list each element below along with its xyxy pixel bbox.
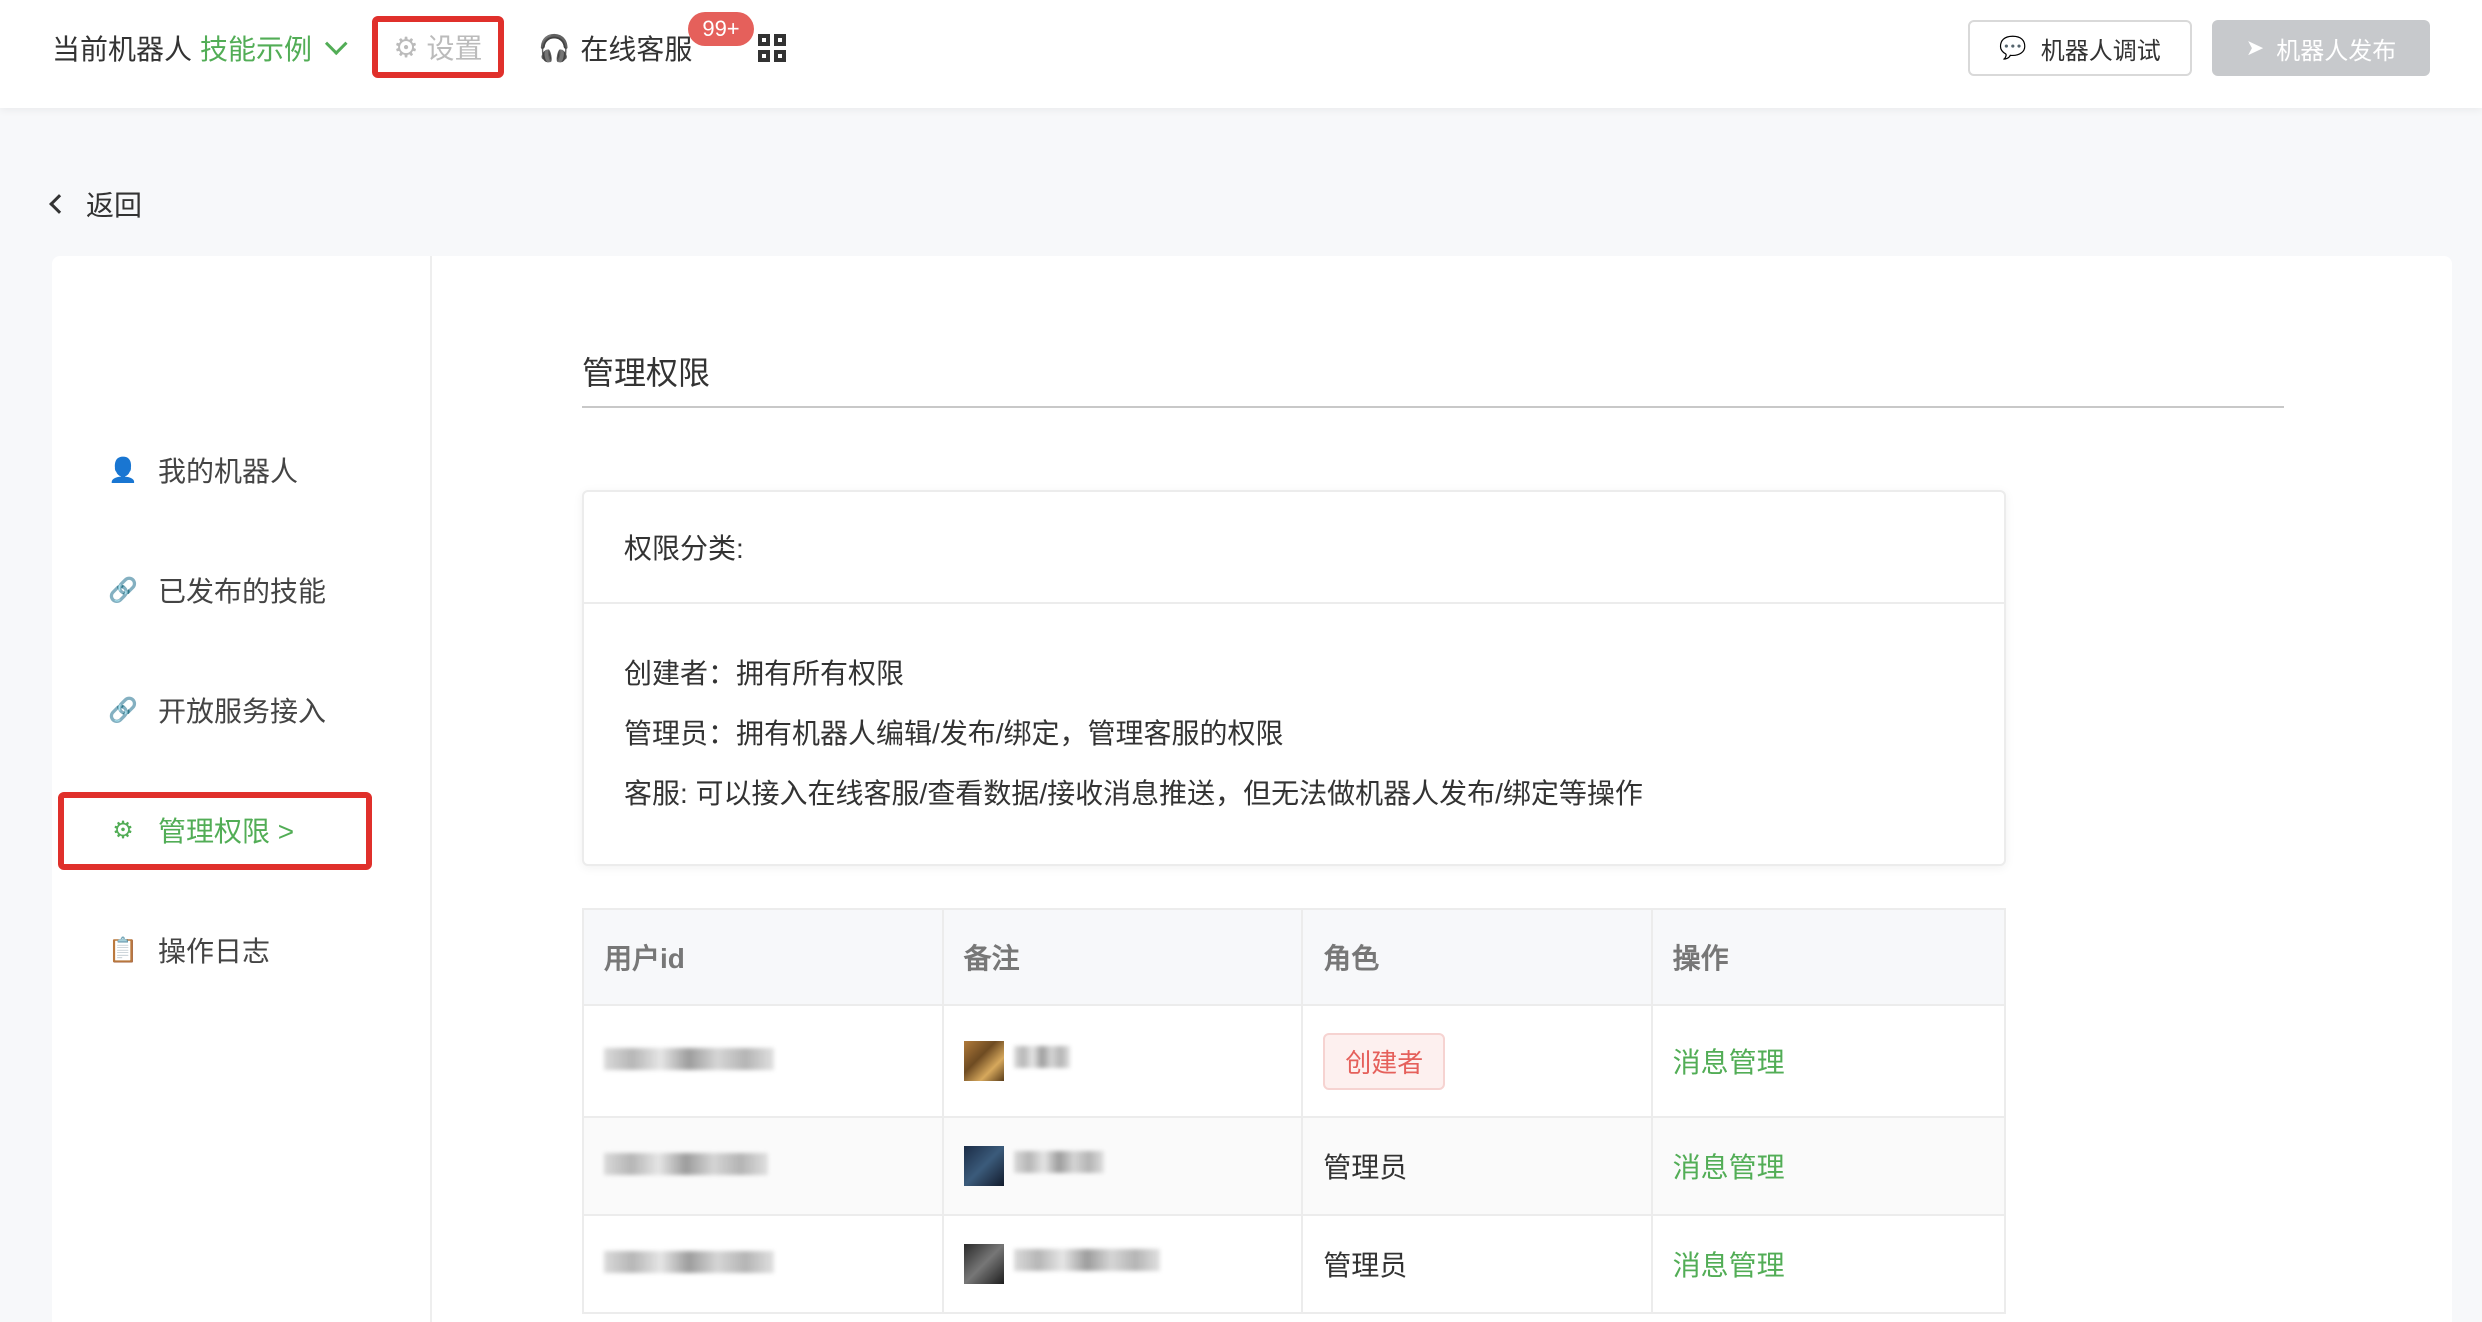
sidebar-item-label: 管理权限 > <box>158 816 295 847</box>
role-cell: 创建者 <box>1301 1004 1653 1118</box>
column-header-action: 操作 <box>1650 908 2007 1006</box>
permission-line-service: 客服: 可以接入在线客服/查看数据/接收消息推送，但无法做机器人发布/绑定等操作 <box>624 778 1643 809</box>
permission-info-card: 权限分类: 创建者：拥有所有权限 管理员：拥有机器人编辑/发布/绑定，管理客服的… <box>582 490 2006 866</box>
avatar <box>963 1041 1004 1081</box>
role-tag-creator: 创建者 <box>1323 1032 1446 1090</box>
online-service-label: 在线客服 <box>580 34 693 65</box>
qrcode-icon[interactable] <box>758 34 786 62</box>
robot-debug-label: 机器人调试 <box>2040 37 2161 65</box>
remark-cell <box>941 1116 1304 1216</box>
remark-cell <box>941 1214 1304 1314</box>
sidebar: 👤 我的机器人 🔗 已发布的技能 🔗 开放服务接入 ⚙ 管理权限 > 📋 操作日… <box>52 256 432 1322</box>
message-manage-link[interactable]: 消息管理 <box>1673 1250 1785 1281</box>
sidebar-item-label: 已发布的技能 <box>158 576 327 607</box>
role-cell: 管理员 <box>1301 1116 1653 1216</box>
table-row: 管理员 消息管理 <box>582 1116 2007 1216</box>
table-row: 管理员 消息管理 <box>582 1214 2007 1314</box>
sidebar-item-label: 操作日志 <box>158 936 271 967</box>
avatar <box>963 1244 1004 1284</box>
permission-line-admin: 管理员：拥有机器人编辑/发布/绑定，管理客服的权限 <box>624 718 1284 749</box>
robot-publish-button[interactable]: ➤ 机器人发布 <box>2212 20 2430 76</box>
permission-body: 创建者：拥有所有权限 管理员：拥有机器人编辑/发布/绑定，管理客服的权限 客服:… <box>584 604 2004 824</box>
online-service-button[interactable]: 🎧 在线客服 <box>538 28 692 68</box>
redacted-user-id <box>604 1251 774 1273</box>
permission-line-creator: 创建者：拥有所有权限 <box>624 658 905 689</box>
current-robot-label: 当前机器人 <box>52 34 193 65</box>
role-cell: 管理员 <box>1301 1214 1653 1314</box>
settings-button[interactable]: ⚙ 设置 <box>372 16 504 78</box>
sidebar-item-operation-log[interactable]: 📋 操作日志 <box>108 914 408 986</box>
settings-label: 设置 <box>426 33 483 64</box>
user-id-cell <box>582 1214 944 1314</box>
current-robot-selector[interactable]: 当前机器人 技能示例 <box>52 28 348 68</box>
gear-icon: ⚙ <box>393 31 419 63</box>
sidebar-item-open-service[interactable]: 🔗 开放服务接入 <box>108 674 408 746</box>
send-icon: ➤ <box>2245 35 2265 60</box>
clipboard-icon: 📋 <box>108 936 138 964</box>
chevron-left-icon <box>49 194 69 214</box>
link-icon: 🔗 <box>108 576 138 604</box>
robot-debug-button[interactable]: 💬 机器人调试 <box>1968 20 2192 76</box>
back-label: 返回 <box>86 190 143 221</box>
back-link[interactable]: 返回 <box>49 184 143 224</box>
column-header-remark: 备注 <box>941 908 1304 1006</box>
action-cell: 消息管理 <box>1650 1004 2007 1118</box>
user-icon: 👤 <box>108 456 138 484</box>
top-bar: 当前机器人 技能示例 ⚙ 设置 🎧 在线客服 99+ 💬 机器人调试 ➤ 机器人… <box>0 0 2482 108</box>
permission-heading: 权限分类: <box>584 492 2004 604</box>
main-card: 👤 我的机器人 🔗 已发布的技能 🔗 开放服务接入 ⚙ 管理权限 > 📋 操作日… <box>52 256 2452 1322</box>
table-header-row: 用户id 备注 角色 操作 <box>582 908 2007 1006</box>
message-manage-link[interactable]: 消息管理 <box>1673 1152 1785 1183</box>
sidebar-item-my-robots[interactable]: 👤 我的机器人 <box>108 434 408 506</box>
column-header-role: 角色 <box>1301 908 1653 1006</box>
action-cell: 消息管理 <box>1650 1116 2007 1216</box>
user-id-cell <box>582 1004 944 1118</box>
redacted-user-id <box>604 1048 774 1070</box>
title-divider <box>582 406 2284 408</box>
redacted-remark <box>1013 1046 1070 1069</box>
page-title: 管理权限 <box>582 355 711 391</box>
table-row: 创建者 消息管理 <box>582 1004 2007 1118</box>
user-id-cell <box>582 1116 944 1216</box>
sidebar-item-published-skills[interactable]: 🔗 已发布的技能 <box>108 554 408 626</box>
link-icon: 🔗 <box>108 696 138 724</box>
redacted-remark <box>1013 1151 1104 1174</box>
gear-icon: ⚙ <box>112 816 134 844</box>
message-manage-link[interactable]: 消息管理 <box>1673 1047 1785 1078</box>
redacted-remark <box>1013 1249 1160 1272</box>
action-cell: 消息管理 <box>1650 1214 2007 1314</box>
chevron-down-icon[interactable] <box>324 32 348 56</box>
chat-bubble-icon: 💬 <box>1999 35 2027 60</box>
sidebar-item-label: 我的机器人 <box>158 456 299 487</box>
column-header-user-id: 用户id <box>582 908 944 1006</box>
sidebar-item-manage-permissions[interactable]: ⚙ 管理权限 > <box>108 794 408 866</box>
remark-cell <box>941 1004 1304 1118</box>
user-permission-table: 用户id 备注 角色 操作 创建者 消息管理 管理员 消息管理 管理员 消息管理 <box>582 908 2007 1314</box>
service-count-badge: 99+ <box>688 12 754 46</box>
redacted-user-id <box>604 1153 768 1175</box>
robot-publish-label: 机器人发布 <box>2276 37 2397 65</box>
avatar <box>963 1146 1004 1186</box>
current-skill-name[interactable]: 技能示例 <box>200 28 312 68</box>
sidebar-item-label: 开放服务接入 <box>158 696 327 727</box>
headset-icon: 🎧 <box>538 32 571 63</box>
